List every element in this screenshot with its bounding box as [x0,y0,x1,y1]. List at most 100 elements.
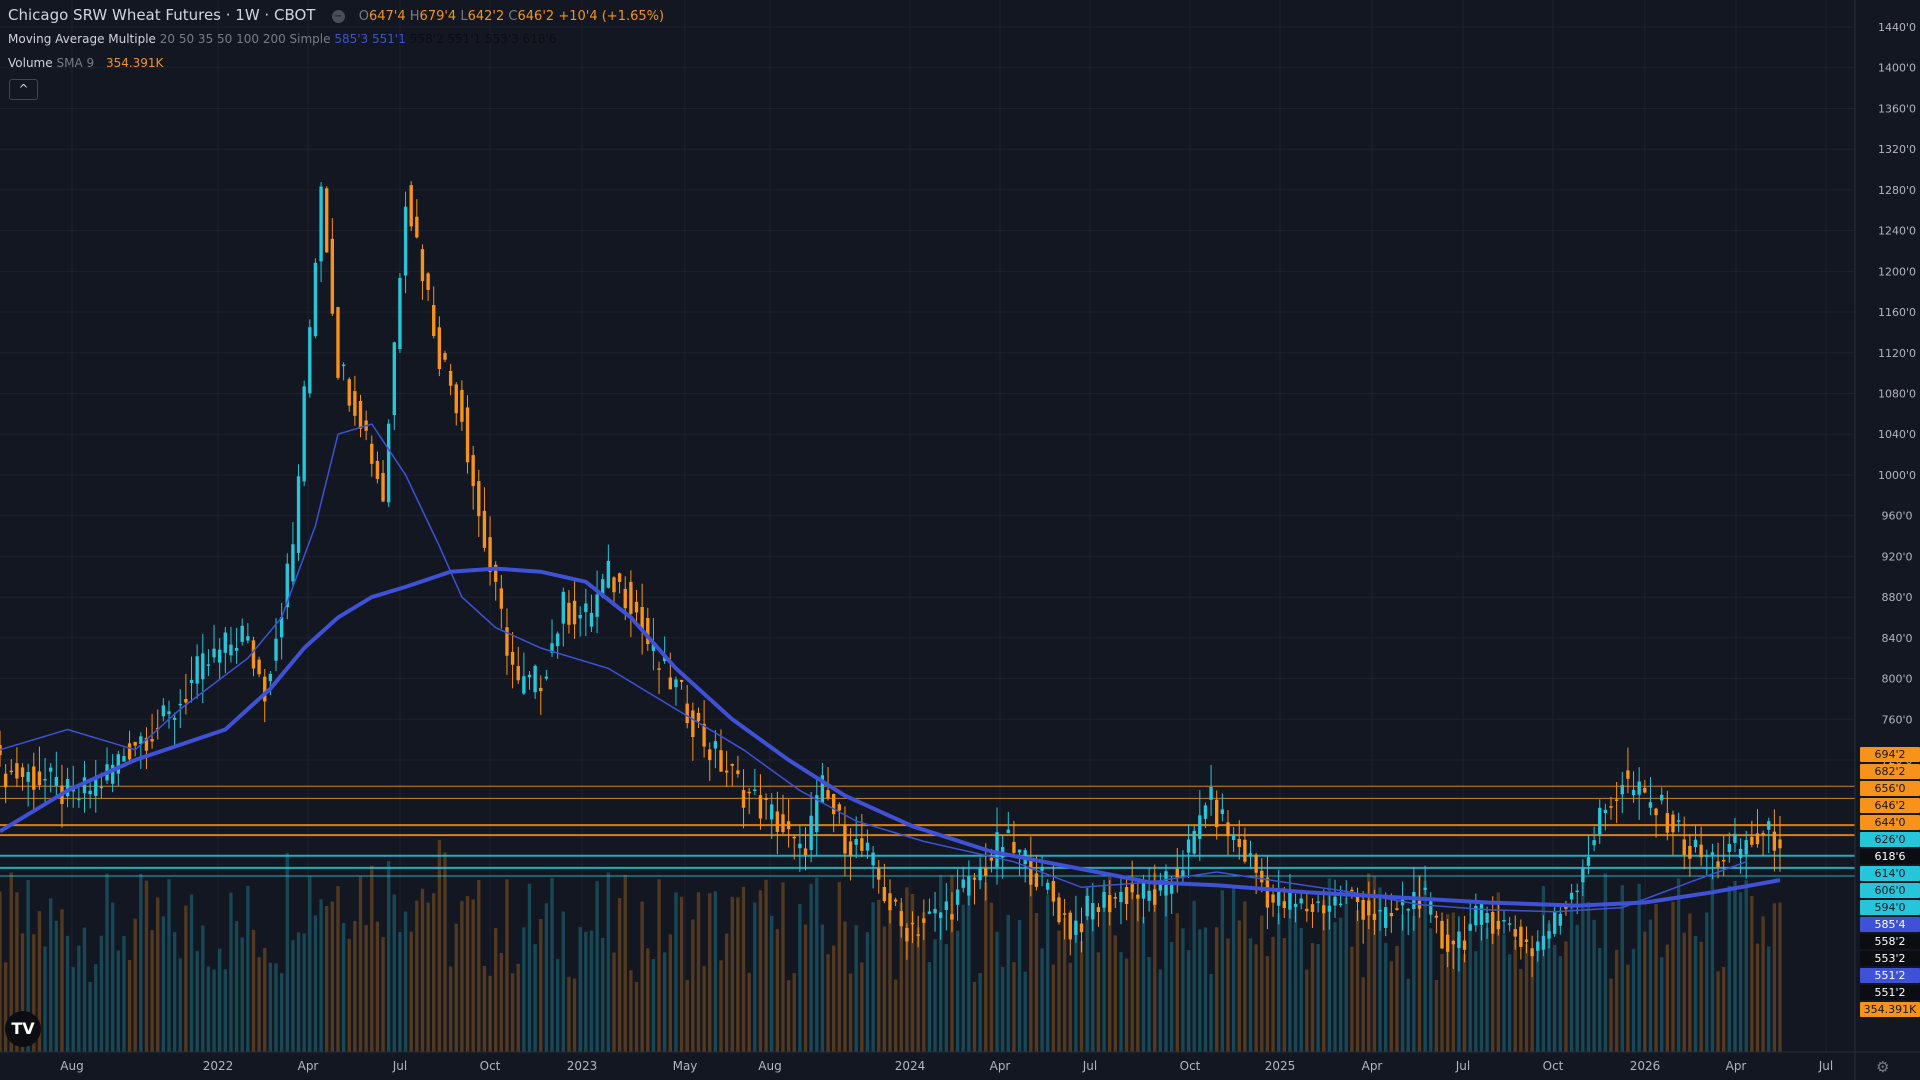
candle-down [32,766,36,790]
volume-bar [758,890,763,1052]
candle-up [1705,855,1709,857]
time-tick-label: Aug [60,1059,83,1073]
candle-down [1750,836,1754,845]
candle-up [268,673,273,682]
candle-up [1598,807,1602,835]
volume-bar [82,927,87,1052]
volume-bar [99,935,104,1052]
collapse-legend-button[interactable]: ^ [9,79,38,100]
candle-down [420,249,425,282]
candle-up [240,625,244,642]
candle-down [1243,839,1247,862]
volume-bar [809,883,813,1052]
tradingview-logo[interactable]: TV [5,1011,41,1047]
volume-bar [505,879,509,1052]
candle-down [747,791,751,794]
candle-up [595,594,599,617]
volume-bar [798,903,802,1052]
volume-bar [1693,935,1698,1052]
volume-bar [1614,949,1619,1052]
volume-bar [961,904,965,1052]
volume-bar [1626,964,1630,1052]
candle-up [77,798,81,801]
candle-down [708,749,712,761]
price-tick-label: 1160'0 [1878,306,1916,319]
candle-up [398,277,402,350]
candle-down [1153,889,1157,905]
candle-down [1057,897,1061,923]
volume-bar [94,964,98,1052]
candle-up [1299,898,1303,904]
gear-icon[interactable]: ⚙ [1876,1058,1889,1076]
candle-up [161,705,166,717]
volume-bar [595,881,599,1052]
volume-bar [285,852,289,1052]
volume-bar [786,980,791,1052]
volume-bar [1096,952,1101,1052]
candle-down [336,307,340,378]
candle-up [386,423,391,503]
price-tick-label: 1200'0 [1878,265,1916,278]
candle-down [1688,845,1692,859]
symbol-title[interactable]: Chicago SRW Wheat Futures · 1W · CBOT [8,6,315,24]
candle-down [20,767,25,777]
time-tick-label: 2023 [567,1059,598,1073]
volume-bar [370,865,374,1052]
candle-up [1738,848,1743,858]
candle-down [347,379,351,406]
price-label: 606'0 [1874,884,1905,897]
candle-up [167,711,171,715]
candle-down [415,216,419,238]
time-tick-label: 2025 [1265,1059,1296,1073]
volume-bar [533,944,537,1052]
volume-bar [1046,894,1050,1052]
volume-bar [1181,928,1185,1052]
chart-canvas[interactable]: 1440'0 1400'0 1360'0 1320'0 1280'0 1240'0 1200… [0,0,1920,1080]
candle-down [325,188,329,253]
price-label: 682'2 [1874,765,1905,778]
volume-bar [1676,878,1681,1052]
volume-bar [49,898,53,1052]
candle-down [685,703,689,724]
candle-up [927,911,932,914]
volume-bar [1141,916,1146,1052]
volume-bar [770,915,774,1052]
volume-bar [764,879,768,1052]
candle-up [544,676,549,679]
candle-up [1479,902,1484,925]
candle-up [99,786,104,789]
volume-bar [1040,948,1044,1052]
time-tick-label: Apr [1362,1059,1383,1073]
volume-bar [578,927,582,1052]
candle-up [1231,834,1236,840]
volume-bar [550,878,554,1052]
candle-up [1378,909,1382,912]
price-label: 618'6 [1874,850,1905,863]
volume-bar [1727,885,1731,1052]
low-label: L [460,9,468,24]
minus-icon[interactable]: − [331,10,345,23]
volume-bar [927,962,932,1052]
candle-down [1355,896,1360,902]
volume-bar [1772,903,1777,1052]
time-tick-label: Jul [1082,1059,1097,1073]
candle-up [589,612,594,627]
volume-bar [719,960,723,1052]
volume-bar [1474,951,1478,1052]
volume-bar [212,969,216,1052]
high-value: 679'4 [419,9,457,24]
legend-symbol-row: Chicago SRW Wheat Futures · 1W · CBOT − … [8,6,664,24]
candle-down [1136,894,1140,899]
volume-bar [781,882,785,1052]
time-tick-label: Aug [758,1059,781,1073]
candle-down [984,867,988,876]
volume-bar [1350,946,1354,1052]
candle-down [972,877,977,880]
legend-ma-row[interactable]: Moving Average Multiple 20 50 35 50 100 … [8,32,556,46]
legend-volume-row[interactable]: Volume SMA 9 354.391K [8,56,163,70]
candle-up [1552,911,1557,934]
volume-bar [724,933,729,1052]
volume-bar [995,931,999,1052]
volume-bar [1699,941,1703,1052]
candle-up [1733,833,1737,843]
